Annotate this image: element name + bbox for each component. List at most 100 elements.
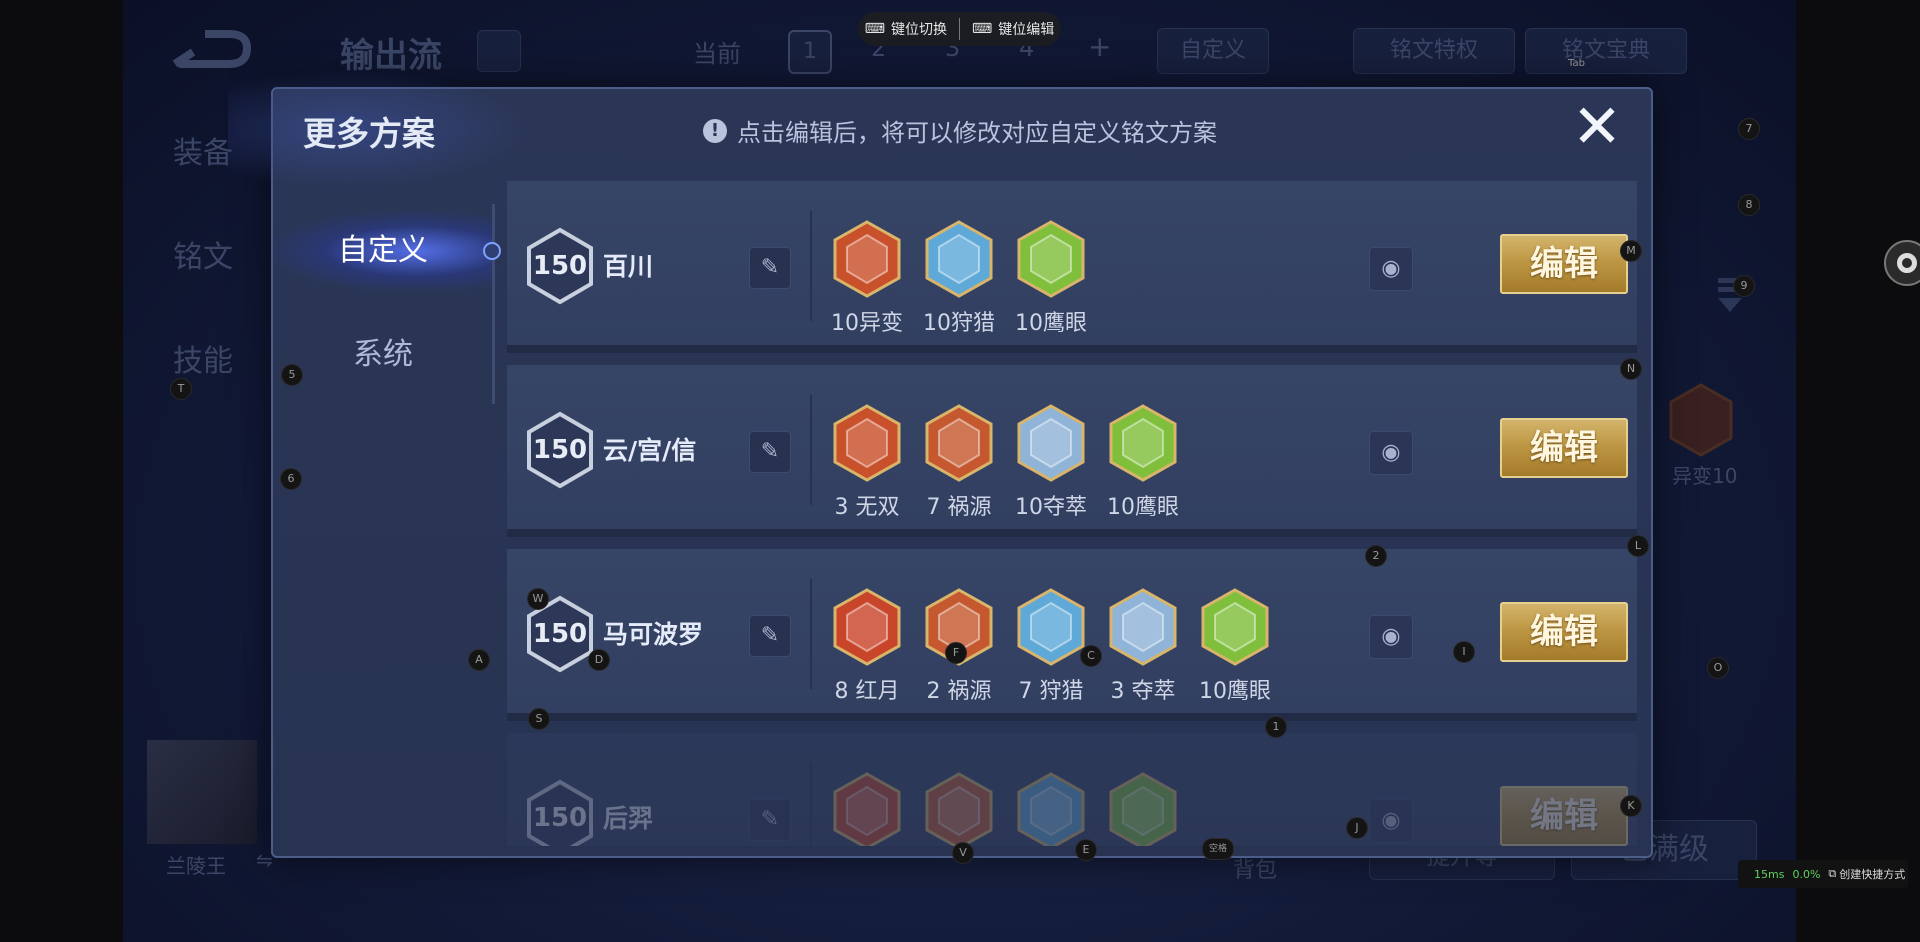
rename-pen-icon[interactable]: ✎ — [749, 799, 791, 841]
scheme-name: 后羿 — [603, 804, 654, 833]
edit-tip-text: 点击编辑后，将可以修改对应自定义铭文方案 — [737, 119, 1217, 147]
gamepad-icon: ⌨ — [864, 21, 885, 37]
rune-item — [1105, 771, 1181, 846]
side-gear-icon[interactable] — [1884, 240, 1920, 286]
edit-button[interactable]: 编辑 — [1500, 786, 1628, 846]
bg-codex-button[interactable]: 铭文宝典 — [1525, 28, 1687, 74]
key-hint-badge: V — [952, 842, 974, 864]
rune-item — [829, 771, 905, 846]
tab-divider — [492, 204, 495, 404]
edit-button[interactable]: 编辑 — [1500, 418, 1628, 478]
scheme-card[interactable]: 150 马可波罗 ✎ 8 红月 2 祸源 7 狩猎 3 夺萃 10鹰眼 ◉ 编辑 — [507, 549, 1637, 721]
tab-indicator-dot — [483, 242, 501, 260]
key-hint-badge: F — [945, 642, 967, 664]
hongyue-rune-icon — [833, 588, 901, 666]
rename-pen-icon[interactable]: ✎ — [749, 615, 791, 657]
bg-custom-button[interactable]: 自定义 — [1157, 28, 1269, 74]
back-icon[interactable] — [171, 28, 252, 72]
key-switch-label: 键位切换 — [891, 22, 947, 38]
yingyan-rune-icon — [1109, 404, 1177, 482]
key-hint-badge: D — [588, 649, 610, 671]
rune-item — [921, 771, 997, 846]
bg-nav-rune[interactable]: 铭文 — [173, 232, 233, 276]
tab-custom[interactable]: 自定义 — [273, 211, 493, 291]
huoyuan-rune-icon — [925, 404, 993, 482]
rune-label: 7 祸源 — [926, 495, 992, 520]
bg-add-page[interactable]: + — [1088, 30, 1111, 63]
hero-name: 兰陵王 — [166, 854, 226, 878]
key-hint-badge: 2 — [1365, 545, 1387, 567]
rune-label: 10鹰眼 — [1107, 495, 1179, 520]
bg-nav-equip[interactable]: 装备 — [173, 128, 233, 172]
bg-right-rune-icon — [1669, 383, 1733, 457]
edit-tip: ! 点击编辑后，将可以修改对应自定义铭文方案 — [703, 113, 1217, 148]
key-hint-badge: 9 — [1733, 275, 1755, 297]
close-icon[interactable]: ✕ — [1569, 97, 1625, 157]
key-hint-badge: M — [1620, 240, 1642, 262]
card-divider — [810, 763, 812, 846]
scheme-card[interactable]: 150 云/宫/信 ✎ 3 无双 7 祸源 10夺萃 10鹰眼 ◉ 编辑 — [507, 365, 1637, 537]
shoulie-rune-icon — [925, 220, 993, 298]
preview-eye-icon[interactable]: ◉ — [1369, 615, 1413, 659]
shortcut-label: 创建快捷方式 — [1839, 868, 1906, 881]
tab-system[interactable]: 系统 — [273, 315, 493, 395]
hero-avatar[interactable] — [147, 740, 257, 844]
level-value: 150 — [533, 619, 587, 649]
yingyan-rune-icon — [1201, 588, 1269, 666]
shoulie-rune-icon — [1017, 772, 1085, 846]
key-hint-badge: W — [527, 588, 549, 610]
scheme-name: 百川 — [603, 252, 654, 281]
key-edit-button[interactable]: ⌨ 键位编辑 — [972, 19, 1054, 39]
grid-icon[interactable] — [477, 30, 521, 72]
key-hint-badge: 空格 — [1202, 838, 1234, 860]
key-hint-badge: C — [1080, 645, 1102, 667]
rune-label: 3 夺萃 — [1110, 679, 1176, 704]
key-edit-label: 键位编辑 — [998, 22, 1055, 38]
rune-label: 10异变 — [831, 311, 903, 336]
yibian-rune-icon — [833, 220, 901, 298]
rune-item: 10鹰眼 — [1013, 219, 1089, 337]
key-hint-badge: 1 — [1265, 716, 1287, 738]
preview-eye-icon[interactable]: ◉ — [1369, 431, 1413, 475]
gamepad-icon: ⌨ — [972, 21, 993, 37]
bg-nav-skill[interactable]: 技能 — [173, 336, 233, 380]
bg-privilege-button[interactable]: 铭文特权 — [1353, 28, 1515, 74]
edit-button[interactable]: 编辑 — [1500, 602, 1628, 662]
rune-label: 7 狩猎 — [1018, 679, 1084, 704]
key-hint-badge: 5 — [281, 364, 303, 386]
huoyuan-rune-icon — [925, 772, 993, 846]
rune-label: 8 红月 — [834, 679, 900, 704]
rename-pen-icon[interactable]: ✎ — [749, 247, 791, 289]
rune-item: 7 狩猎 — [1013, 587, 1089, 705]
rune-label: 2 祸源 — [926, 679, 992, 704]
status-widget: 15ms 0.0% ⧉ 创建快捷方式 — [1738, 860, 1908, 888]
key-hint-badge: L — [1627, 535, 1649, 557]
rune-label: 10鹰眼 — [1199, 679, 1271, 704]
level-value: 150 — [533, 435, 587, 465]
preview-eye-icon[interactable]: ◉ — [1369, 247, 1413, 291]
rename-pen-icon[interactable]: ✎ — [749, 431, 791, 473]
rune-item: 7 祸源 — [921, 403, 997, 521]
duocui-rune-icon — [1017, 404, 1085, 482]
scheme-card[interactable]: 150 百川 ✎ 10异变 10狩猎 10鹰眼 ◉ 编辑 — [507, 181, 1637, 353]
key-switch-button[interactable]: ⌨ 键位切换 — [865, 19, 947, 39]
level-badge: 150 — [525, 411, 595, 489]
preview-eye-icon[interactable]: ◉ — [1369, 799, 1413, 843]
card-divider — [810, 211, 812, 321]
key-hint-badge: S — [528, 708, 550, 730]
key-hint-badge: O — [1707, 657, 1729, 679]
rune-item: 10鹰眼 — [1105, 403, 1181, 521]
scheme-list[interactable]: 150 百川 ✎ 10异变 10狩猎 10鹰眼 ◉ 编辑 150 云/宫/信 ✎ 3 无双 7 祸源 10… — [507, 181, 1637, 846]
keymap-toolbar: ⌨ 键位切换 ⌨ 键位编辑 — [858, 12, 1061, 46]
shortcut-button[interactable]: ⧉ 创建快捷方式 — [1828, 866, 1905, 882]
yingyan-rune-icon — [1109, 772, 1177, 846]
duocui-rune-icon — [1109, 588, 1177, 666]
rune-label: 10狩猎 — [923, 311, 995, 336]
bg-page-1[interactable]: 1 — [788, 30, 832, 74]
scheme-name: 马可波罗 — [603, 620, 704, 649]
level-badge: 150 — [525, 779, 595, 846]
key-hint-badge: 6 — [280, 468, 302, 490]
bg-codex-key: Tab — [1568, 58, 1585, 69]
edit-button[interactable]: 编辑 — [1500, 234, 1628, 294]
scheme-card[interactable]: 150 后羿 ✎ ◉ 编辑 — [507, 733, 1637, 846]
